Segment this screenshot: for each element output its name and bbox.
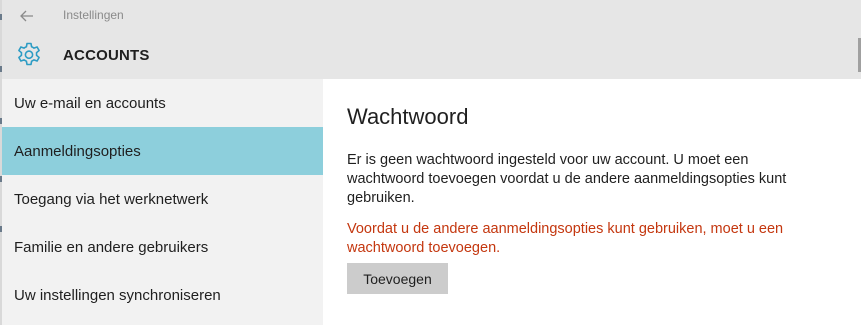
sidebar-nav: Uw e-mail en accounts Aanmeldingsopties … bbox=[2, 79, 323, 325]
title-bar: Instellingen bbox=[2, 0, 861, 32]
sidebar-item-label: Toegang via het werknetwerk bbox=[14, 190, 209, 208]
gear-icon bbox=[18, 42, 40, 66]
sidebar-item-sign-in-options[interactable]: Aanmeldingsopties bbox=[2, 127, 323, 175]
description-text: Er is geen wachtwoord ingesteld voor uw … bbox=[347, 152, 787, 206]
sidebar-item-sync-settings[interactable]: Uw instellingen synchroniseren bbox=[2, 271, 323, 319]
settings-window: Instellingen ACCOUNTS Uw e-mail en accou… bbox=[0, 0, 861, 325]
sidebar-item-label: Uw instellingen synchroniseren bbox=[14, 286, 221, 304]
back-arrow-icon bbox=[20, 10, 33, 22]
sidebar-item-work-access[interactable]: Toegang via het werknetwerk bbox=[2, 175, 323, 223]
back-button[interactable] bbox=[16, 6, 38, 26]
sidebar-item-email-accounts[interactable]: Uw e-mail en accounts bbox=[2, 79, 323, 127]
sidebar-item-label: Uw e-mail en accounts bbox=[14, 94, 166, 112]
window-title: Instellingen bbox=[63, 8, 124, 22]
sidebar-item-family-users[interactable]: Familie en andere gebruikers bbox=[2, 223, 323, 271]
add-password-button[interactable]: Toevoegen bbox=[347, 263, 448, 294]
page-title: Wachtwoord bbox=[347, 104, 469, 129]
sidebar-item-label: Aanmeldingsopties bbox=[14, 142, 141, 160]
warning-text: Voordat u de andere aanmeldingsopties ku… bbox=[347, 221, 784, 256]
section-title: ACCOUNTS bbox=[63, 47, 150, 64]
page-header: ACCOUNTS bbox=[2, 32, 861, 79]
main-content: Wachtwoord Er is geen wachtwoord ingeste… bbox=[323, 79, 861, 325]
sidebar-item-label: Familie en andere gebruikers bbox=[14, 238, 209, 256]
